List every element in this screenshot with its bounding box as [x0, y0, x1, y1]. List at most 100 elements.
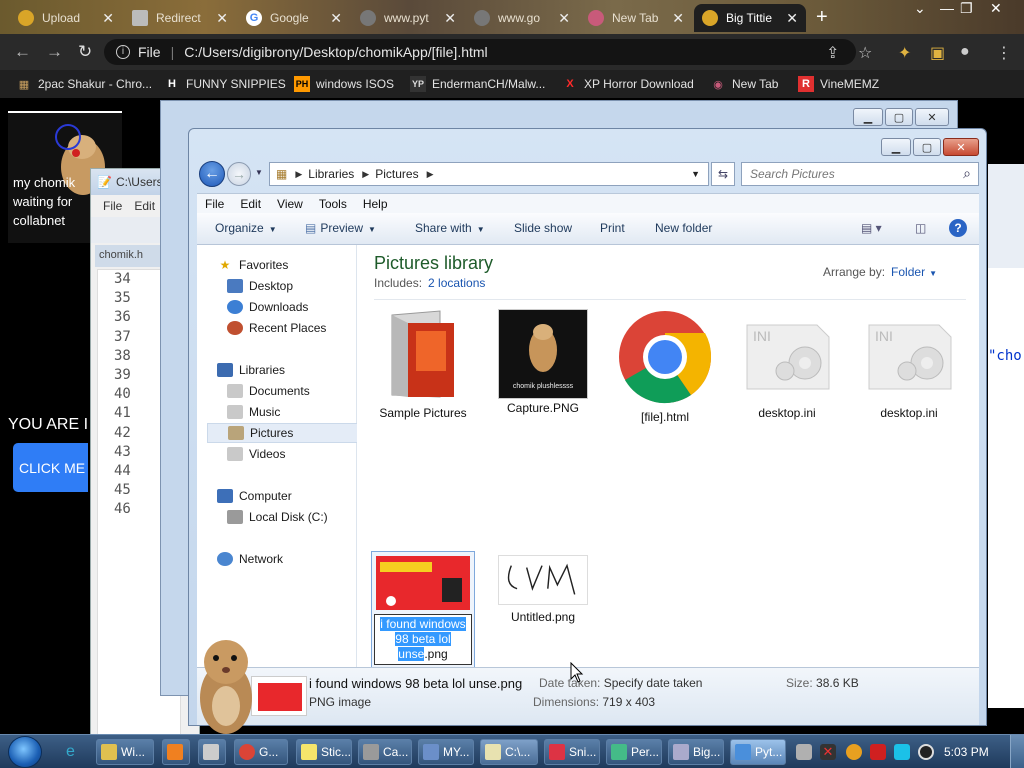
- forward-arrow-icon[interactable]: →: [227, 162, 251, 186]
- clock[interactable]: 5:03 PM: [944, 745, 989, 759]
- organize-button[interactable]: Organize ▼: [215, 221, 277, 235]
- nav-libraries[interactable]: Libraries: [217, 360, 373, 380]
- address-bar[interactable]: i File | C:/Users/digibrony/Desktop/chom…: [104, 39, 856, 65]
- editor-menu-edit[interactable]: Edit: [134, 199, 155, 213]
- close-tab-icon[interactable]: ✕: [216, 10, 228, 27]
- slide-show-button[interactable]: Slide show: [514, 221, 572, 235]
- address-dropdown-icon[interactable]: ▼: [691, 169, 700, 179]
- file-item[interactable]: INI desktop.ini: [731, 309, 843, 420]
- tray-search-icon[interactable]: [846, 744, 862, 760]
- close-tab-icon[interactable]: ✕: [330, 10, 342, 27]
- search-input[interactable]: Search Pictures ⌕: [741, 162, 979, 186]
- menu-edit[interactable]: Edit: [232, 197, 269, 211]
- recent-pages-chevron-icon[interactable]: ▼: [255, 168, 263, 177]
- arrange-by-dropdown[interactable]: Folder: [891, 265, 925, 279]
- forward-arrow-icon[interactable]: →: [46, 42, 63, 62]
- menu-file[interactable]: File: [197, 197, 232, 211]
- close-tab-icon[interactable]: ✕: [672, 10, 684, 27]
- star-icon[interactable]: ☆: [858, 43, 872, 63]
- close-tab-icon[interactable]: ✕: [558, 10, 570, 27]
- tray-monitor-icon[interactable]: [894, 744, 910, 760]
- file-item-selected[interactable]: i found windows 98 beta lol unse.png: [371, 551, 475, 668]
- preview-pane-icon[interactable]: ◫: [915, 221, 926, 235]
- preview-button[interactable]: ▤ Preview ▼: [305, 221, 376, 235]
- close-tab-icon[interactable]: ✕: [444, 10, 456, 27]
- refresh-icon[interactable]: ⇆: [711, 162, 735, 186]
- taskbar-item-editor[interactable]: C:\...: [480, 739, 538, 765]
- taskbar-item-python[interactable]: Pyt...: [730, 739, 786, 765]
- tray-flag-icon[interactable]: [870, 744, 886, 760]
- tab-upload[interactable]: Upload ✕: [10, 4, 122, 32]
- start-button[interactable]: [8, 736, 42, 768]
- tab-google[interactable]: G Google ✕: [238, 4, 350, 32]
- taskbar-item-sticky[interactable]: Stic...: [296, 739, 352, 765]
- taskbar-item-calculator[interactable]: [198, 739, 226, 765]
- bookmark-vinememz[interactable]: R VineMEMZ: [798, 76, 879, 92]
- maximize-icon[interactable]: ▢: [913, 138, 941, 156]
- nav-pictures[interactable]: Pictures: [207, 423, 363, 443]
- close-tab-icon[interactable]: ✕: [102, 10, 114, 27]
- tab-redirect[interactable]: Redirect ✕: [124, 4, 236, 32]
- bookmark-xp-horror[interactable]: X XP Horror Download: [562, 76, 694, 92]
- chevron-right-icon[interactable]: ▶: [362, 169, 369, 180]
- minimize-icon[interactable]: ▁: [881, 138, 911, 156]
- menu-view[interactable]: View: [269, 197, 311, 211]
- info-icon[interactable]: i: [116, 45, 130, 59]
- reload-icon[interactable]: ↻: [78, 42, 92, 62]
- taskbar-item-chrome[interactable]: G...: [234, 739, 288, 765]
- taskbar-item-my[interactable]: MY...: [418, 739, 474, 765]
- share-icon[interactable]: ⇪: [826, 43, 839, 63]
- restore-icon[interactable]: ❐: [960, 0, 973, 17]
- maximize-icon[interactable]: ▢: [885, 108, 913, 126]
- side-panel-icon[interactable]: ▣: [930, 43, 945, 63]
- file-item[interactable]: [file].html: [609, 309, 721, 424]
- file-item[interactable]: chomik plushlessss Capture.PNG: [487, 309, 599, 415]
- bookmark-2pac[interactable]: ▦ 2pac Shakur - Chro...: [16, 76, 152, 92]
- profile-avatar-icon[interactable]: ●: [960, 43, 970, 61]
- show-desktop-button[interactable]: [1010, 735, 1024, 768]
- menu-tools[interactable]: Tools: [311, 197, 355, 211]
- tray-disc-icon[interactable]: [918, 744, 934, 760]
- minimize-icon[interactable]: —: [940, 0, 954, 16]
- minimize-icon[interactable]: ▁: [853, 108, 883, 126]
- close-window-icon[interactable]: ✕: [990, 0, 1002, 17]
- chevron-right-icon[interactable]: ▶: [427, 169, 434, 180]
- taskbar-item-big[interactable]: Big...: [668, 739, 724, 765]
- ie-icon[interactable]: e: [66, 743, 75, 761]
- taskbar-item-explorer[interactable]: Wi...: [96, 739, 154, 765]
- file-item[interactable]: INI desktop.ini: [853, 309, 965, 420]
- file-item[interactable]: Untitled.png: [487, 555, 599, 624]
- chevron-right-icon[interactable]: ▶: [295, 169, 302, 180]
- tab-new-tab[interactable]: New Tab ✕: [580, 4, 692, 32]
- search-icon[interactable]: ⌕: [963, 165, 971, 182]
- breadcrumb-libraries[interactable]: Libraries: [308, 167, 354, 181]
- file-item[interactable]: Sample Pictures: [367, 309, 479, 420]
- close-tab-icon[interactable]: ✕: [786, 10, 798, 27]
- back-arrow-icon[interactable]: ←: [14, 42, 31, 62]
- nav-favorites[interactable]: ★ Favorites: [217, 255, 373, 275]
- print-button[interactable]: Print: [600, 221, 625, 235]
- tray-calculator-icon[interactable]: [796, 744, 812, 760]
- breadcrumb-pictures[interactable]: Pictures: [375, 167, 418, 181]
- extension-puzzle-icon[interactable]: ✦: [898, 43, 911, 63]
- bookmark-endermanch[interactable]: YP EndermanCH/Malw...: [410, 76, 545, 92]
- nav-computer[interactable]: Computer: [217, 486, 373, 506]
- tab-www-pyt[interactable]: www.pyt ✕: [352, 4, 464, 32]
- close-icon[interactable]: ✕: [943, 138, 979, 156]
- bookmark-new-tab[interactable]: ◉ New Tab: [710, 76, 778, 92]
- click-me-button[interactable]: CLICK ME !: [13, 443, 88, 492]
- url-text[interactable]: C:/Users/digibrony/Desktop/chomikApp/[fi…: [184, 44, 487, 60]
- rename-field[interactable]: i found windows 98 beta lol unse.png: [374, 614, 472, 665]
- locations-link[interactable]: 2 locations: [428, 276, 485, 290]
- tab-www-go[interactable]: www.go ✕: [466, 4, 578, 32]
- taskbar-item-snipping[interactable]: Sni...: [544, 739, 600, 765]
- share-with-button[interactable]: Share with ▼: [415, 221, 485, 235]
- nav-network[interactable]: Network: [217, 549, 373, 569]
- bookmark-windows-isos[interactable]: PH windows ISOS: [294, 76, 394, 92]
- taskbar-item-perf[interactable]: Per...: [606, 739, 662, 765]
- taskbar-item-media[interactable]: [162, 739, 190, 765]
- menu-help[interactable]: Help: [355, 197, 396, 211]
- menu-kebab-icon[interactable]: ⋮: [996, 43, 1012, 63]
- close-icon[interactable]: ✕: [915, 108, 949, 126]
- new-folder-button[interactable]: New folder: [655, 221, 712, 235]
